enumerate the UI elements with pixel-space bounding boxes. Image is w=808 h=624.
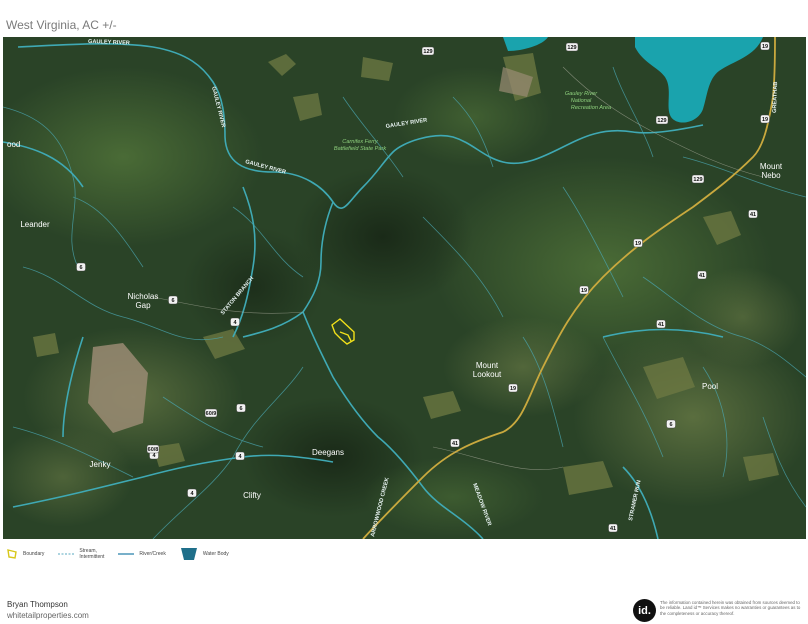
legend-boundary-label: Boundary bbox=[23, 551, 45, 557]
legend-boundary: Boundary bbox=[6, 548, 44, 560]
svg-text:41: 41 bbox=[658, 322, 664, 328]
disclaimer-text: The information contained herein was obt… bbox=[660, 600, 801, 616]
label-greathab: GREATHAB bbox=[772, 82, 779, 113]
label-gauley-river-nra-1: Gauley River bbox=[565, 91, 598, 97]
route-shield-6: 6 bbox=[236, 403, 246, 413]
svg-text:41: 41 bbox=[699, 273, 705, 279]
map-view[interactable]: 129 129 129 129 19 19 19 19 19 41 41 41 41 6 6 6 4 4 6 60/9… bbox=[3, 37, 806, 539]
svg-text:6: 6 bbox=[239, 406, 242, 412]
route-shield-129: 129 bbox=[691, 174, 705, 184]
route-shield-60-8: 60/8 bbox=[146, 444, 160, 454]
place-pool: Pool bbox=[702, 382, 718, 391]
website-link[interactable]: whitetailproperties.com bbox=[7, 611, 89, 620]
svg-text:6: 6 bbox=[171, 298, 174, 304]
route-shield-4: 4 bbox=[235, 451, 245, 461]
place-mount-lookout-1: Mount bbox=[476, 361, 499, 370]
svg-text:129: 129 bbox=[693, 177, 702, 183]
stream-symbol-icon bbox=[58, 553, 75, 555]
route-shield-41: 41 bbox=[656, 319, 666, 329]
svg-text:19: 19 bbox=[510, 386, 516, 392]
boundary-symbol-icon bbox=[7, 549, 17, 559]
route-shield-129: 129 bbox=[421, 46, 435, 56]
route-shield-129: 129 bbox=[655, 115, 669, 125]
svg-text:6: 6 bbox=[79, 265, 82, 271]
label-carnifex-ferry: Carnifex Ferry bbox=[342, 139, 379, 145]
place-edge-partial: ood bbox=[7, 140, 20, 149]
legend-stream: Stream, Intermittent bbox=[58, 548, 104, 560]
map-legend: Boundary Stream, Intermittent River/Cree… bbox=[6, 546, 243, 562]
route-shield-19: 19 bbox=[633, 238, 643, 248]
svg-text:41: 41 bbox=[750, 212, 756, 218]
legend-stream-label: Stream, Intermittent bbox=[79, 548, 105, 560]
route-shield-6: 6 bbox=[168, 295, 178, 305]
svg-text:19: 19 bbox=[635, 241, 641, 247]
route-shield-19: 19 bbox=[508, 383, 518, 393]
label-battlefield-state-park: Battlefield State Park bbox=[334, 146, 387, 152]
landid-logo-icon: id. bbox=[633, 599, 656, 622]
svg-text:60/9: 60/9 bbox=[206, 411, 217, 417]
river-symbol-icon bbox=[118, 553, 135, 555]
route-shield-6: 6 bbox=[666, 419, 676, 429]
svg-text:41: 41 bbox=[610, 526, 616, 532]
svg-text:129: 129 bbox=[657, 118, 666, 124]
place-mount-nebo-1: Mount bbox=[760, 162, 783, 171]
route-shield-41: 41 bbox=[450, 438, 460, 448]
place-clifty: Clifty bbox=[243, 491, 261, 500]
svg-text:129: 129 bbox=[423, 49, 432, 55]
agent-name: Bryan Thompson bbox=[7, 600, 68, 609]
route-shield-19: 19 bbox=[579, 285, 589, 295]
place-jenky: Jenky bbox=[90, 460, 111, 469]
route-shield-41: 41 bbox=[608, 523, 618, 533]
route-shield-4: 4 bbox=[187, 488, 197, 498]
place-deegans: Deegans bbox=[312, 448, 344, 457]
route-shield-4: 4 bbox=[230, 317, 240, 327]
map-svg: 129 129 129 129 19 19 19 19 19 41 41 41 41 6 6 6 4 4 6 60/9… bbox=[3, 37, 806, 539]
legend-river: River/Creek bbox=[118, 551, 166, 557]
svg-text:19: 19 bbox=[581, 288, 587, 294]
place-leander: Leander bbox=[20, 220, 50, 229]
map-title: West Virginia, AC +/- bbox=[6, 18, 117, 32]
svg-text:129: 129 bbox=[567, 45, 576, 51]
svg-text:19: 19 bbox=[762, 44, 768, 50]
route-shield-41: 41 bbox=[697, 270, 707, 280]
route-shield-41: 41 bbox=[748, 209, 758, 219]
route-shield-19: 19 bbox=[760, 114, 770, 124]
legend-river-label: River/Creek bbox=[139, 551, 166, 557]
route-shield-129: 129 bbox=[565, 42, 579, 52]
svg-text:6: 6 bbox=[669, 422, 672, 428]
legend-water-body: Water Body bbox=[180, 547, 229, 561]
route-shield-60-9: 60/9 bbox=[204, 408, 218, 418]
legend-water-body-label: Water Body bbox=[202, 551, 229, 557]
place-mount-nebo-2: Nebo bbox=[761, 171, 781, 180]
water-body-symbol-icon bbox=[180, 548, 197, 560]
route-shield-19: 19 bbox=[760, 41, 770, 51]
svg-text:60/8: 60/8 bbox=[148, 447, 159, 453]
label-gauley-river-nra-3: Recreation Area bbox=[571, 105, 611, 111]
route-shield-6: 6 bbox=[76, 262, 86, 272]
place-nicholas: Nicholas bbox=[128, 292, 159, 301]
svg-text:41: 41 bbox=[452, 441, 458, 447]
place-mount-lookout-2: Lookout bbox=[473, 370, 502, 379]
label-gauley-river-nra-2: National bbox=[571, 98, 592, 104]
place-gap: Gap bbox=[135, 301, 151, 310]
svg-text:19: 19 bbox=[762, 117, 768, 123]
